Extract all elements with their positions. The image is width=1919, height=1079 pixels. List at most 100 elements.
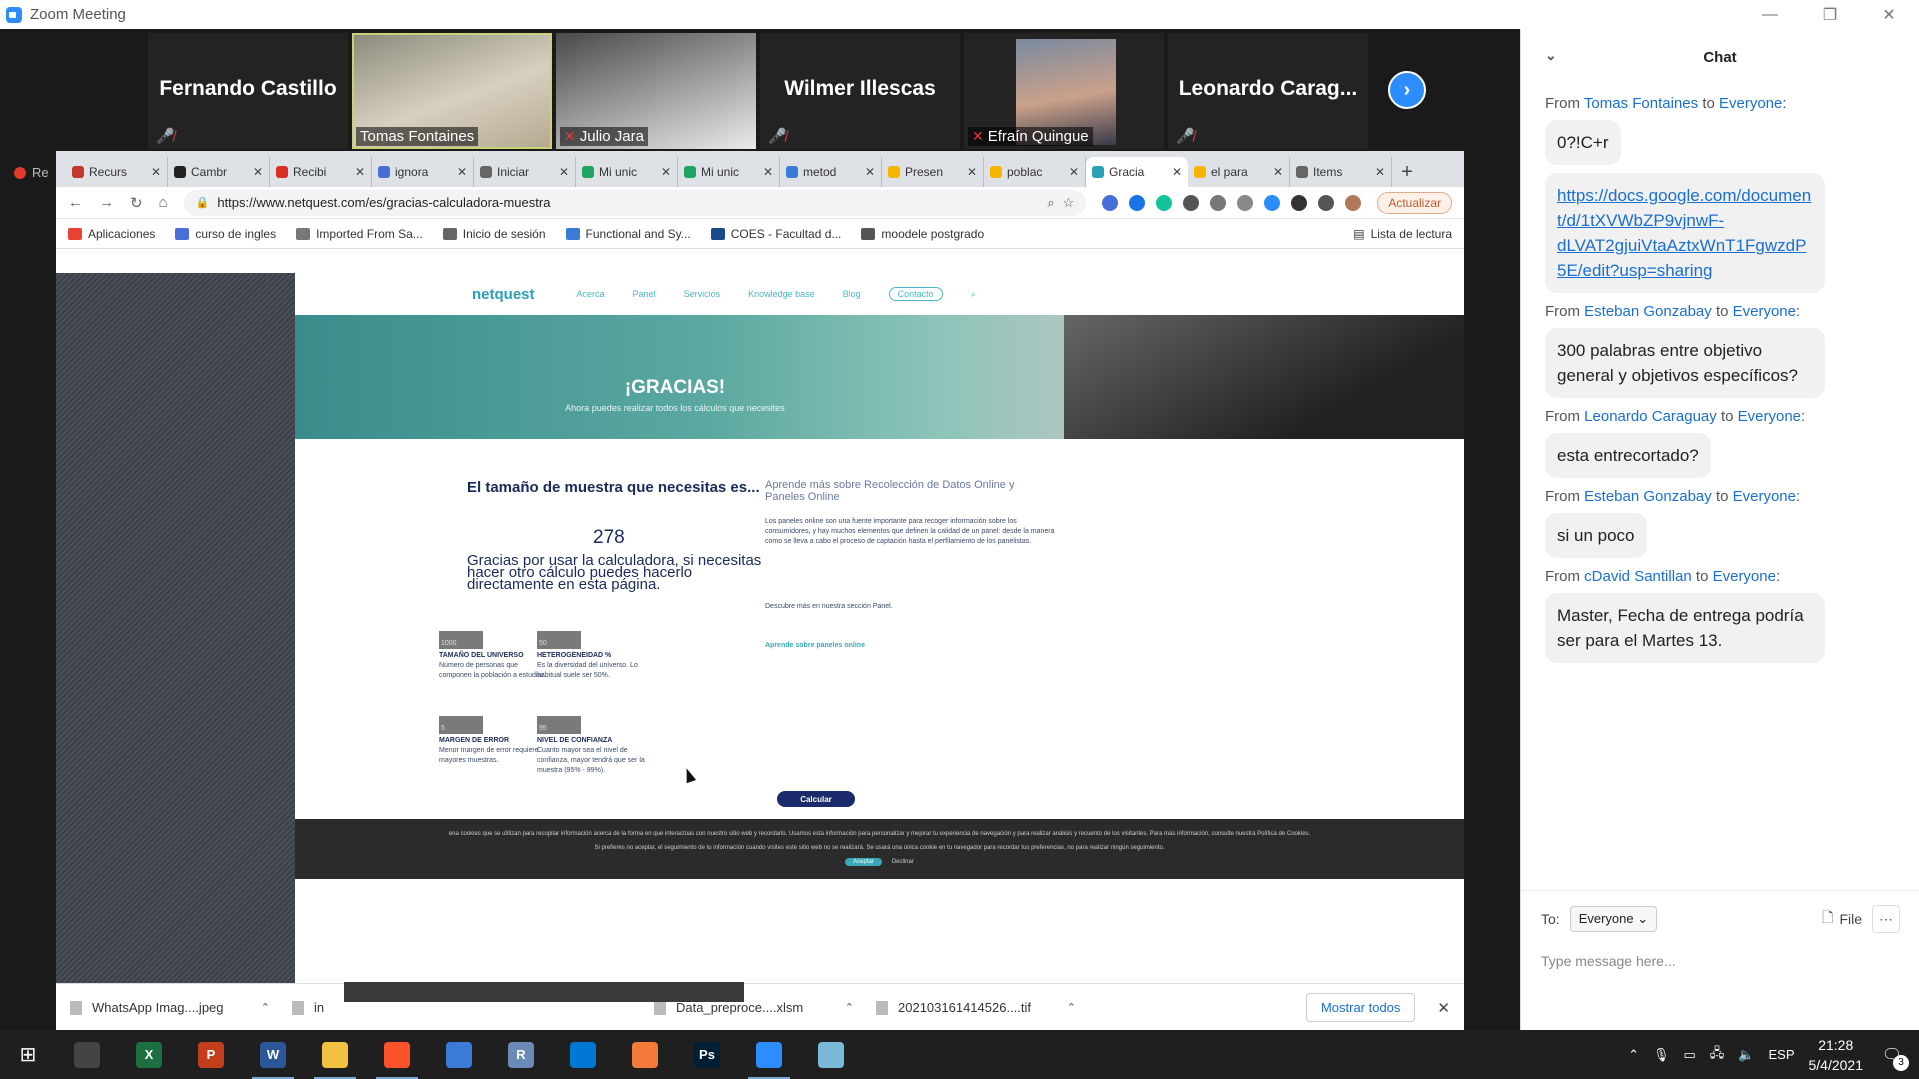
participant-tile[interactable]: ✕ Efraín Quingue <box>964 33 1164 149</box>
sender-name[interactable]: Esteban Gonzabay <box>1584 303 1712 320</box>
cookie-decline-button[interactable]: Declinar <box>892 859 914 865</box>
universe-input[interactable]: 1000 <box>439 631 483 649</box>
recipient-name[interactable]: Everyone <box>1738 408 1801 425</box>
panels-online-link[interactable]: Aprende sobre paneles online <box>765 642 865 649</box>
site-nav-link[interactable]: Acerca <box>577 289 605 299</box>
close-tab-icon[interactable]: ✕ <box>1069 165 1079 179</box>
browser-tab[interactable]: Gracia ✕ <box>1086 157 1188 187</box>
taskbar-pen-app-icon[interactable] <box>56 1030 118 1079</box>
taskbar-r-app-icon[interactable]: R <box>490 1030 552 1079</box>
taskbar-vscode-icon[interactable] <box>552 1030 614 1079</box>
browser-tab[interactable]: el para ✕ <box>1188 157 1290 187</box>
bookmark-item[interactable]: Functional and Sy... <box>565 227 691 241</box>
participant-tile[interactable]: Leonardo Carag... 🎤̸ <box>1168 33 1368 149</box>
close-tab-icon[interactable]: ✕ <box>865 165 875 179</box>
more-options-icon[interactable]: ⋯ <box>1872 905 1900 933</box>
forward-arrow-icon[interactable]: → <box>99 194 114 211</box>
restore-button[interactable]: ❐ <box>1800 0 1860 29</box>
taskbar-word-icon[interactable]: W <box>242 1030 304 1079</box>
puzzle-icon[interactable] <box>1318 194 1335 211</box>
translate-extension-icon[interactable] <box>1102 194 1119 211</box>
close-tab-icon[interactable]: ✕ <box>661 165 671 179</box>
search-icon[interactable]: ⌕ <box>1047 195 1054 211</box>
error-margin-input[interactable]: 5 <box>439 716 483 734</box>
sender-name[interactable]: cDavid Santillan <box>1584 568 1692 585</box>
home-icon[interactable]: ⌂ <box>159 194 168 211</box>
chat-message-input[interactable]: Type message here... <box>1521 947 1919 975</box>
browser-tab[interactable]: Items ✕ <box>1290 157 1392 187</box>
browser-tab[interactable]: poblac ✕ <box>984 157 1086 187</box>
battery-icon[interactable]: ▭ <box>1684 1047 1696 1063</box>
taskbar-powerpoint-icon[interactable]: P <box>180 1030 242 1079</box>
site-nav-link[interactable]: Blog <box>843 289 861 299</box>
chevron-down-icon[interactable]: ⌄ <box>1545 47 1557 64</box>
address-bar[interactable]: 🔒 https://www.netquest.com/es/gracias-ca… <box>183 189 1087 216</box>
reload-icon[interactable]: ↻ <box>130 194 143 212</box>
volume-icon[interactable]: 🔈 <box>1738 1047 1754 1063</box>
bookmark-item[interactable]: moodele postgrado <box>861 227 984 241</box>
bookmark-item[interactable]: curso de ingles <box>175 227 276 241</box>
recipient-name[interactable]: Everyone <box>1713 568 1776 585</box>
netquest-logo[interactable]: netquest <box>472 286 535 303</box>
close-tab-icon[interactable]: ✕ <box>1273 165 1283 179</box>
taskbar-photoshop-icon[interactable]: Ps <box>676 1030 738 1079</box>
download-item[interactable]: 202103161414526....tif ⌃ <box>876 1000 1076 1015</box>
file-button[interactable]: 🗋 File <box>1822 907 1862 931</box>
browser-tab[interactable]: Recibi ✕ <box>270 157 372 187</box>
sender-name[interactable]: Esteban Gonzabay <box>1584 488 1712 505</box>
minimize-button[interactable]: — <box>1740 0 1800 29</box>
close-tab-icon[interactable]: ✕ <box>1375 165 1385 179</box>
network-icon[interactable]: 🖧 <box>1710 1044 1725 1066</box>
browser-tab[interactable]: Recurs ✕ <box>66 157 168 187</box>
zoom-extension-icon[interactable] <box>1264 194 1281 211</box>
recipient-name[interactable]: Everyone <box>1719 95 1782 112</box>
next-page-chevron-icon[interactable]: › <box>1388 71 1426 109</box>
close-tab-icon[interactable]: ✕ <box>355 165 365 179</box>
site-nav-link[interactable]: Servicios <box>684 289 721 299</box>
microphone-icon[interactable]: 🎙 <box>1653 1047 1670 1063</box>
reading-list-button[interactable]: ▤ Lista de lectura <box>1353 227 1452 241</box>
close-tab-icon[interactable]: ✕ <box>559 165 569 179</box>
back-arrow-icon[interactable]: ← <box>68 194 83 211</box>
close-tab-icon[interactable]: ✕ <box>763 165 773 179</box>
new-tab-plus-icon[interactable]: + <box>1392 157 1422 187</box>
notifications-icon[interactable]: 🗨 3 <box>1877 1045 1909 1071</box>
close-tab-icon[interactable]: ✕ <box>1172 165 1182 179</box>
browser-tab[interactable]: Cambr ✕ <box>168 157 270 187</box>
browser-tab[interactable]: Mi unic ✕ <box>678 157 780 187</box>
download-item[interactable]: Data_preproce....xlsm ⌃ <box>654 1000 854 1015</box>
extension-icon[interactable] <box>1210 194 1227 211</box>
taskbar-file-explorer-icon[interactable] <box>304 1030 366 1079</box>
site-search-icon[interactable]: ⌕ <box>971 289 976 300</box>
browser-tab[interactable]: ignora ✕ <box>372 157 474 187</box>
calculate-button[interactable]: Calcular <box>777 791 855 807</box>
download-item[interactable]: WhatsApp Imag....jpeg ⌃ <box>70 1000 270 1015</box>
grammarly-icon[interactable] <box>1156 194 1173 211</box>
recipient-name[interactable]: Everyone <box>1733 303 1796 320</box>
contact-button[interactable]: Contacto <box>888 287 943 301</box>
language-indicator[interactable]: ESP <box>1768 1047 1794 1062</box>
close-tab-icon[interactable]: ✕ <box>151 165 161 179</box>
participant-tile[interactable]: Wilmer Illescas 🎤̸ <box>760 33 960 149</box>
participant-tile-active-speaker[interactable]: Tomas Fontaines <box>352 33 552 149</box>
taskbar-brave-icon[interactable] <box>366 1030 428 1079</box>
sender-name[interactable]: Leonardo Caraguay <box>1584 408 1717 425</box>
taskbar-orange-app-icon[interactable] <box>614 1030 676 1079</box>
extension-icon[interactable] <box>1291 194 1308 211</box>
download-item[interactable]: in <box>292 1000 632 1015</box>
extension-icon[interactable] <box>1237 194 1254 211</box>
recipient-name[interactable]: Everyone <box>1733 488 1796 505</box>
heterogeneity-input[interactable]: 50 <box>537 631 581 649</box>
browser-tab[interactable]: Iniciar ✕ <box>474 157 576 187</box>
browser-tab[interactable]: Presen ✕ <box>882 157 984 187</box>
bookmark-item[interactable]: COES - Facultad d... <box>710 227 841 241</box>
close-button[interactable]: ✕ <box>1859 0 1919 29</box>
update-button[interactable]: Actualizar <box>1377 191 1452 214</box>
windows-start-icon[interactable]: ⊞ <box>0 1030 56 1079</box>
bookmark-item[interactable]: Imported From Sa... <box>296 227 423 241</box>
taskbar-notepad-icon[interactable] <box>800 1030 862 1079</box>
browser-tab[interactable]: Mi unic ✕ <box>576 157 678 187</box>
extension-icon[interactable] <box>1183 194 1200 211</box>
panel-section-link[interactable]: Descubre más en nuestra sección Panel. <box>765 603 893 610</box>
site-nav-link[interactable]: Knowledge base <box>748 289 815 299</box>
